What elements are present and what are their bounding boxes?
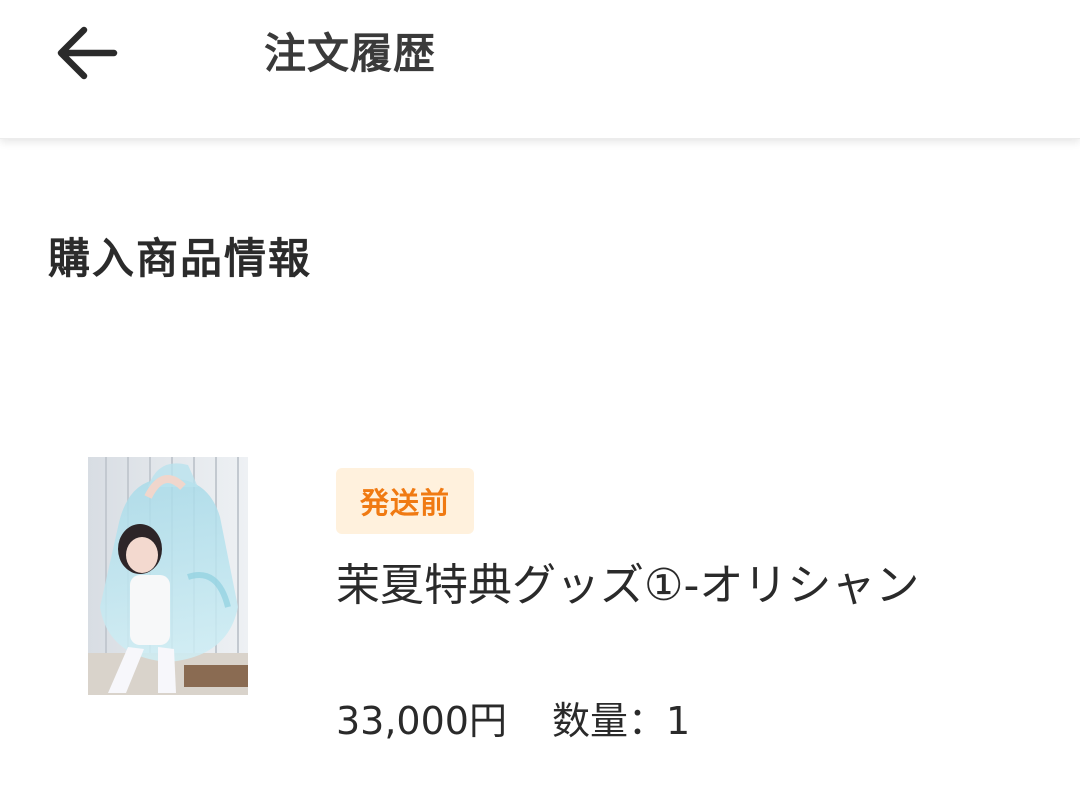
product-quantity: 数量：1 (552, 699, 691, 743)
back-button[interactable] (44, 14, 128, 92)
product-photo (88, 457, 248, 695)
arrow-left-icon (57, 26, 118, 80)
product-price: 33,000円 (336, 699, 507, 743)
product-name[interactable]: 茉夏特典グッズ①-オリシャン (336, 557, 919, 615)
product-thumbnail[interactable] (88, 457, 248, 695)
page-title: 注文履歴 (264, 29, 437, 78)
app-header: 注文履歴 (0, 0, 1080, 139)
status-badge: 発送前 (336, 468, 474, 534)
section-title: 購入商品情報 (48, 234, 313, 283)
